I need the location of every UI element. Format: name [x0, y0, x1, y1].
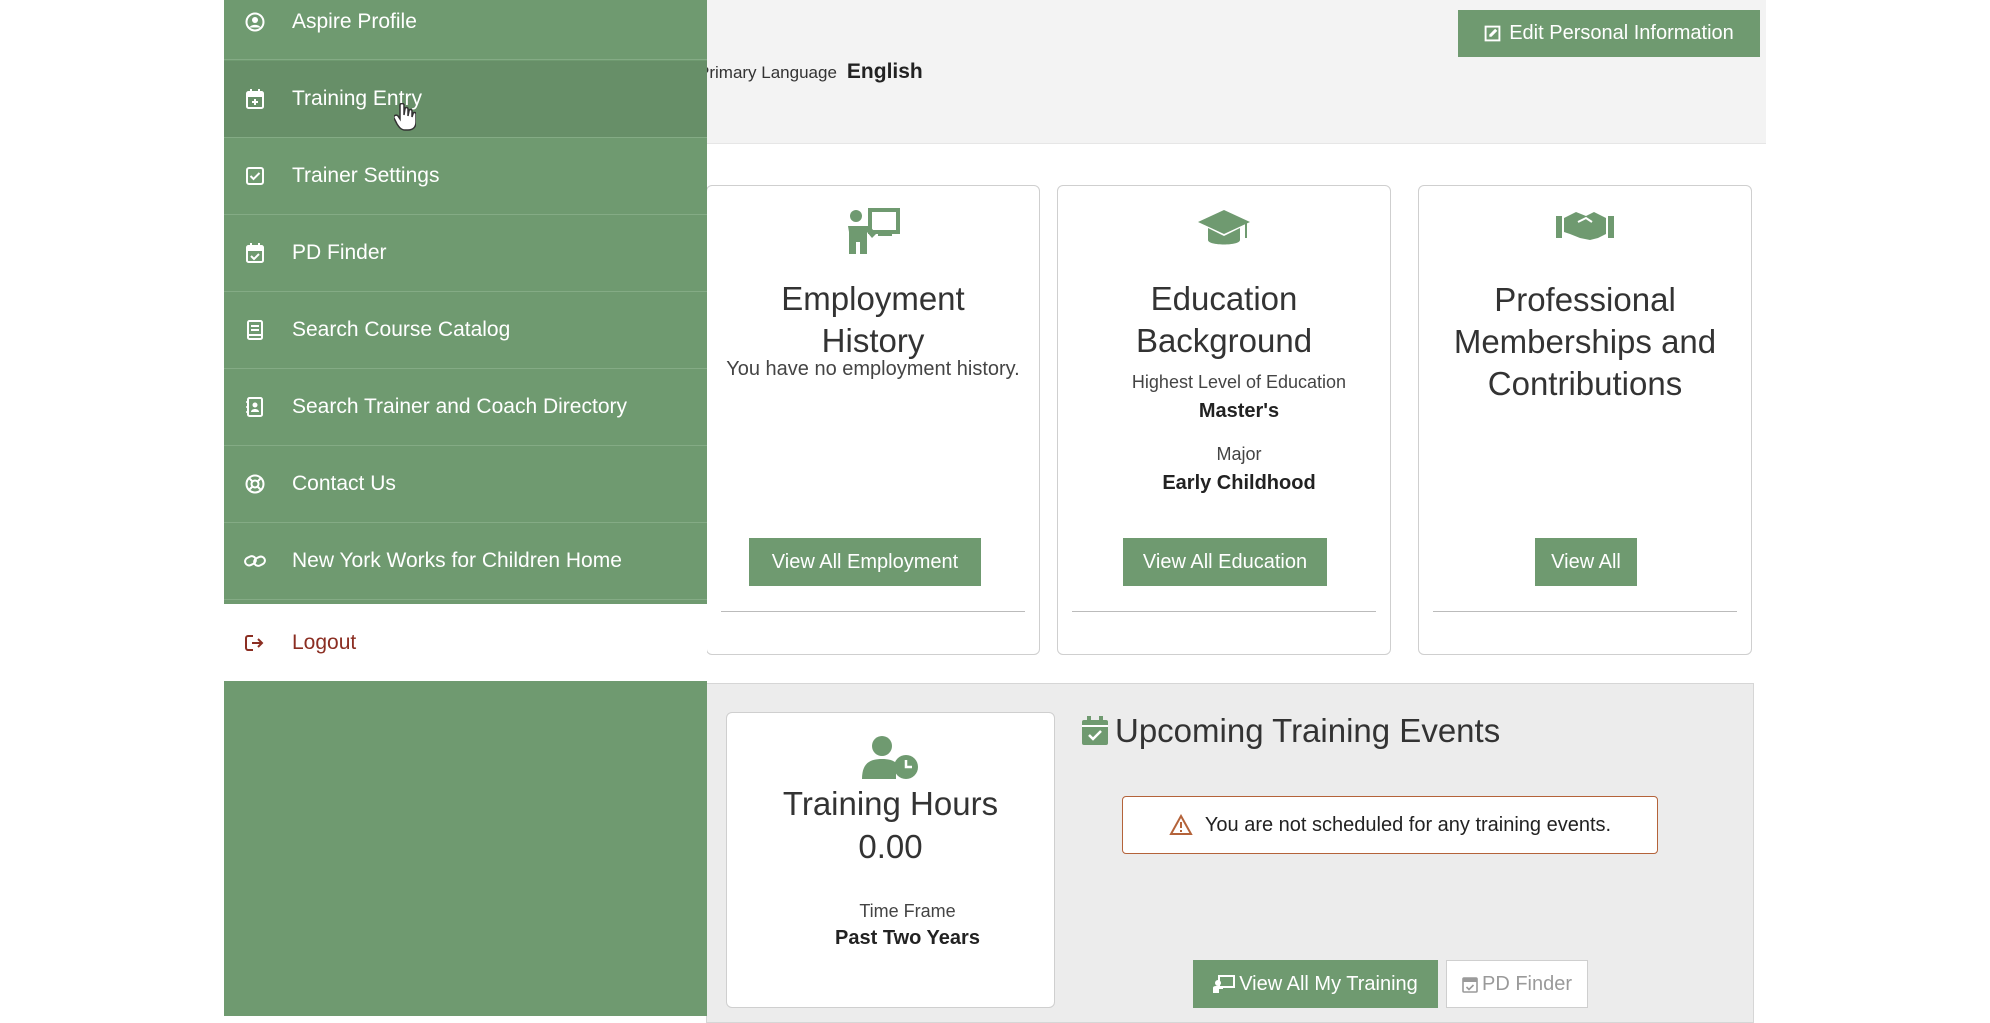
- training-hours-title: Training Hours: [782, 785, 999, 822]
- graduation-cap-icon: [1058, 208, 1390, 250]
- pd-finder-button[interactable]: PD Finder: [1446, 960, 1588, 1008]
- sidebar-item-training-entry[interactable]: Training Entry: [224, 61, 707, 138]
- main-content: Primary Language English Edit Personal I…: [698, 0, 1766, 1023]
- hand-cursor-icon: [394, 103, 416, 131]
- sidebar-item-aspire-profile[interactable]: Aspire Profile: [224, 0, 707, 60]
- calendar-check-icon: [1082, 716, 1108, 745]
- employment-title-line2: History: [821, 322, 925, 359]
- divider: [1072, 611, 1376, 612]
- user-clock-icon: [727, 735, 1054, 781]
- sidebar-item-pd-finder[interactable]: PD Finder: [224, 215, 707, 292]
- sidebar-item-label: Search Course Catalog: [292, 318, 511, 341]
- education-background-card: Education Background Highest Level of Ed…: [1057, 185, 1391, 655]
- training-hours-value: 0.00: [858, 828, 923, 865]
- chalkboard-icon: [1213, 975, 1236, 993]
- upcoming-training-title-text: Upcoming Training Events: [1115, 712, 1501, 749]
- link-icon: [244, 550, 266, 572]
- education-title-line2: Background: [1135, 322, 1313, 359]
- handshake-icon: [1419, 208, 1751, 242]
- teacher-icon: [707, 208, 1039, 254]
- sidebar-item-label: Contact Us: [292, 472, 396, 495]
- sidebar-item-trainer-settings[interactable]: Trainer Settings: [224, 138, 707, 215]
- highest-education-value: Master's: [1198, 400, 1280, 422]
- edit-icon: [1484, 25, 1501, 42]
- sidebar-menu: Aspire Profile Training Entry Trainer Se…: [224, 0, 707, 1016]
- sidebar-item-label: New York Works for Children Home: [292, 549, 622, 572]
- sidebar-item-label: Trainer Settings: [292, 164, 440, 187]
- employment-title-line1: Employment: [781, 280, 965, 317]
- sidebar-item-contact-us[interactable]: Contact Us: [224, 446, 707, 523]
- edit-personal-information-button[interactable]: Edit Personal Information: [1458, 10, 1760, 57]
- sidebar-item-search-course-catalog[interactable]: Search Course Catalog: [224, 292, 707, 369]
- sidebar-item-label: Aspire Profile: [292, 9, 417, 33]
- highest-education-label: Highest Level of Education: [1131, 372, 1347, 392]
- divider: [1433, 611, 1737, 612]
- no-events-alert: You are not scheduled for any training e…: [1122, 796, 1658, 854]
- upcoming-training-title: Upcoming Training Events: [1081, 712, 1500, 750]
- view-all-my-training-button[interactable]: View All My Training: [1193, 960, 1438, 1008]
- calendar-check-icon: [244, 242, 266, 264]
- sidebar-item-logout[interactable]: Logout: [224, 604, 707, 681]
- memberships-title-line2: Memberships and: [1453, 323, 1717, 360]
- calendar-plus-icon: [244, 88, 266, 110]
- major-label: Major: [1216, 444, 1262, 464]
- sidebar-item-nywfc-home[interactable]: New York Works for Children Home: [224, 523, 707, 600]
- pd-finder-label: PD Finder: [1481, 972, 1573, 995]
- sign-out-icon: [244, 632, 266, 654]
- sidebar-item-label: PD Finder: [292, 241, 387, 264]
- education-title-line1: Education: [1150, 280, 1298, 317]
- life-ring-icon: [244, 473, 266, 495]
- address-book-icon: [244, 396, 266, 418]
- check-square-icon: [244, 165, 266, 187]
- book-icon: [244, 319, 266, 341]
- time-frame-label: Time Frame: [859, 901, 956, 921]
- primary-language-label: Primary Language: [698, 63, 837, 82]
- memberships-title-line3: Contributions: [1487, 365, 1683, 402]
- sidebar-item-label: Search Trainer and Coach Directory: [292, 395, 627, 418]
- profile-header: Primary Language English Edit Personal I…: [698, 0, 1766, 144]
- training-hours-card: Training Hours 0.00 Time Frame Past Two …: [726, 712, 1055, 1008]
- edit-personal-information-label: Edit Personal Information: [1509, 22, 1734, 44]
- time-frame-value: Past Two Years: [835, 927, 980, 949]
- view-all-employment-button[interactable]: View All Employment: [749, 538, 981, 586]
- primary-language: Primary Language English: [698, 60, 923, 84]
- employment-empty-text: You have no employment history.: [726, 358, 1020, 380]
- employment-history-card: Employment History You have no employmen…: [706, 185, 1040, 655]
- sidebar-item-label: Logout: [292, 630, 357, 654]
- sidebar-item-trainer-directory[interactable]: Search Trainer and Coach Directory: [224, 369, 707, 446]
- view-all-memberships-button[interactable]: View All: [1535, 538, 1637, 586]
- major-value: Early Childhood: [1162, 472, 1316, 494]
- training-panel: Training Hours 0.00 Time Frame Past Two …: [706, 683, 1754, 1023]
- memberships-title-line1: Professional: [1494, 281, 1676, 318]
- warning-icon: [1169, 814, 1193, 835]
- divider: [721, 611, 1025, 612]
- professional-memberships-card: Professional Memberships and Contributio…: [1418, 185, 1752, 655]
- no-events-alert-text: You are not scheduled for any training e…: [1204, 813, 1612, 836]
- view-all-education-button[interactable]: View All Education: [1123, 538, 1327, 586]
- calendar-check-icon: [1462, 976, 1478, 993]
- view-all-my-training-label: View All My Training: [1239, 972, 1418, 995]
- user-circle-icon: [244, 11, 266, 33]
- primary-language-value: English: [846, 60, 923, 83]
